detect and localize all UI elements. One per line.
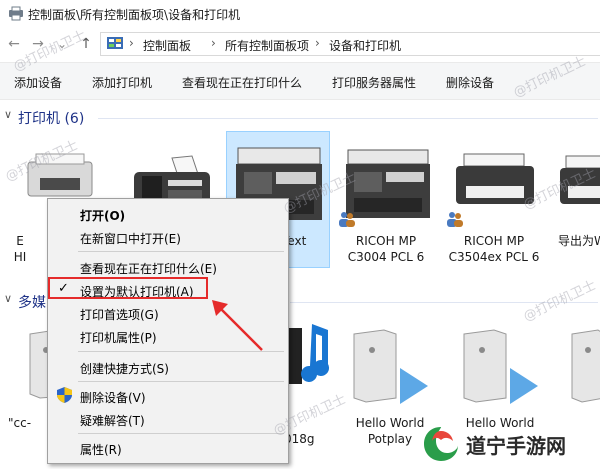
window-title: 控制面板\所有控制面板项\设备和打印机	[28, 8, 241, 22]
add-printer-button[interactable]: 添加打印机	[92, 74, 152, 91]
media-group-title: 多媒	[18, 295, 46, 311]
address-row: ← → ⌄ ↑ › 控制面板 › 所有控制面板项 › 设备和打印机	[0, 28, 600, 60]
group-divider	[290, 302, 598, 303]
annotation-arrow-icon	[212, 300, 263, 351]
printer-label: E	[16, 234, 24, 248]
breadcrumb-separator: ›	[211, 36, 216, 50]
up-arrow-icon[interactable]: ↑	[78, 36, 94, 52]
printer-label: RICOH MP	[463, 234, 525, 248]
menu-separator	[78, 251, 284, 252]
media-server-icon	[463, 329, 538, 404]
address-bar[interactable]: › 控制面板 › 所有控制面板项 › 设备和打印机	[100, 32, 600, 56]
collapse-chevron-icon: ∨	[4, 292, 13, 305]
printer-label: C3004 PCL 6	[347, 250, 425, 264]
back-arrow-icon[interactable]: ←	[6, 36, 22, 52]
media-server-icon	[571, 329, 600, 403]
breadcrumb-control-panel[interactable]: 控制面板	[143, 37, 191, 54]
brand-name: 道宁手游网	[466, 434, 566, 458]
printer-label: 导出为W	[558, 234, 600, 248]
devices-printers-icon	[9, 6, 23, 21]
printer-label: HI	[13, 250, 27, 264]
add-device-button[interactable]: 添加设备	[14, 74, 62, 91]
print-server-properties-button[interactable]: 打印服务器属性	[332, 74, 416, 91]
site-brand: 道宁手游网	[414, 420, 600, 469]
menu-item-troubleshoot[interactable]: 疑难解答(T)	[80, 412, 145, 429]
remove-device-button[interactable]: 删除设备	[446, 74, 494, 91]
forward-arrow-icon[interactable]: →	[30, 36, 46, 52]
menu-item-see-printing[interactable]: 查看现在正在打印什么(E)	[80, 260, 217, 277]
menu-item-properties[interactable]: 属性(R)	[80, 441, 122, 458]
media-group-header[interactable]: ∨ 多媒	[0, 292, 50, 312]
highlight-box	[48, 277, 208, 299]
media-server-icon	[353, 329, 428, 404]
breadcrumb-separator: ›	[315, 36, 320, 50]
uac-shield-icon	[57, 387, 72, 403]
shared-users-icon	[339, 212, 355, 227]
shared-users-icon	[447, 212, 463, 227]
menu-item-printing-preferences[interactable]: 打印首选项(G)	[80, 306, 159, 323]
menu-item-open[interactable]: 打开(O)	[80, 207, 125, 224]
menu-separator	[78, 433, 284, 434]
recent-locations-chevron-icon[interactable]: ⌄	[54, 36, 70, 52]
printer-label: C3504ex PCL 6	[448, 250, 540, 264]
see-whats-printing-button[interactable]: 查看现在正在打印什么	[182, 74, 302, 91]
printers-group-header[interactable]: ∨ 打印机 (6)	[0, 108, 90, 128]
printer-icon	[560, 155, 600, 204]
control-panel-icon	[107, 37, 123, 49]
menu-item-remove-device[interactable]: 删除设备(V)	[80, 389, 146, 406]
brand-logo-icon	[424, 427, 458, 461]
breadcrumb-devices-printers[interactable]: 设备和打印机	[329, 37, 401, 54]
breadcrumb-all-items[interactable]: 所有控制面板项	[225, 37, 309, 54]
music-player-icon	[288, 324, 330, 384]
printers-group-title: 打印机 (6)	[18, 111, 85, 127]
menu-item-open-new-window[interactable]: 在新窗口中打开(E)	[80, 230, 181, 247]
title-bar: 控制面板\所有控制面板项\设备和打印机	[0, 0, 600, 29]
collapse-chevron-icon: ∨	[4, 108, 13, 121]
menu-item-printer-properties[interactable]: 打印机属性(P)	[80, 329, 157, 346]
group-divider	[98, 118, 598, 119]
menu-item-create-shortcut[interactable]: 创建快捷方式(S)	[80, 360, 169, 377]
watermark: @打印机卫士	[521, 278, 599, 325]
menu-separator	[78, 381, 284, 382]
media-device-label: 018g	[284, 432, 315, 446]
printer-label: RICOH MP	[355, 234, 417, 248]
breadcrumb-separator: ›	[129, 36, 134, 50]
command-bar: 添加设备 添加打印机 查看现在正在打印什么 打印服务器属性 删除设备	[0, 62, 600, 100]
